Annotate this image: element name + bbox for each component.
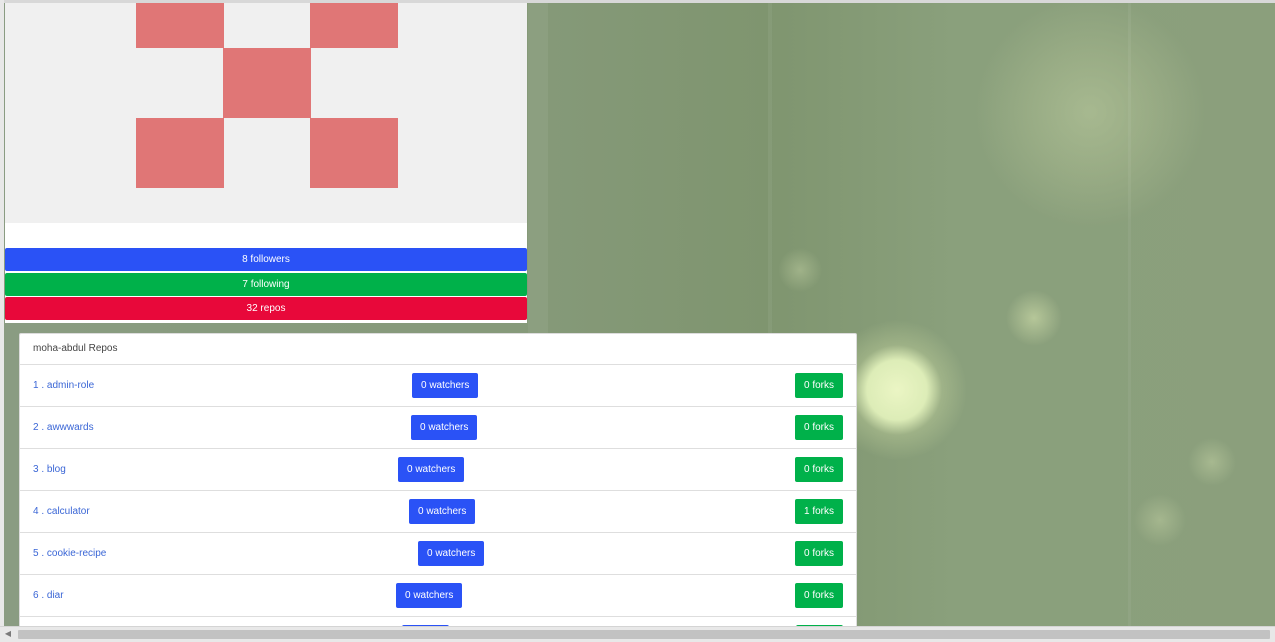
- repo-link[interactable]: 4 . calculator: [33, 491, 90, 532]
- forks-button[interactable]: 0 forks: [794, 583, 843, 608]
- repo-link[interactable]: 5 . cookie-recipe: [33, 533, 106, 574]
- forks-button[interactable]: 0 forks: [794, 415, 843, 440]
- forks-button[interactable]: 0 forks: [794, 373, 843, 398]
- repo-row: 4 . calculator 0 watchers 1 forks: [20, 491, 856, 533]
- watchers-button[interactable]: 0 watchers: [411, 415, 478, 440]
- repo-link[interactable]: 6 . diar: [33, 575, 64, 616]
- repos-header: moha-abdul Repos: [20, 334, 856, 365]
- identicon-block: [136, 118, 224, 188]
- identicon-block: [136, 3, 224, 48]
- profile-card: 8 followers 7 following 32 repos: [5, 3, 527, 323]
- watchers-button[interactable]: 0 watchers: [398, 457, 465, 482]
- scrollbar-thumb[interactable]: [18, 630, 1270, 639]
- horizontal-scrollbar[interactable]: ◀: [0, 626, 1275, 642]
- repo-row: 2 . awwwards 0 watchers 0 forks: [20, 407, 856, 449]
- watchers-button[interactable]: 0 watchers: [409, 499, 476, 524]
- repo-link[interactable]: 1 . admin-role: [33, 365, 94, 406]
- identicon-block: [310, 3, 398, 48]
- repo-row: 3 . blog 0 watchers 0 forks: [20, 449, 856, 491]
- repos-list-card: moha-abdul Repos 1 . admin-role 0 watche…: [19, 333, 857, 635]
- watchers-button[interactable]: 0 watchers: [396, 583, 463, 608]
- left-border: [0, 0, 4, 626]
- forks-button[interactable]: 0 forks: [794, 541, 843, 566]
- repo-link[interactable]: 3 . blog: [33, 449, 66, 490]
- followers-badge[interactable]: 8 followers: [5, 248, 527, 271]
- following-badge[interactable]: 7 following: [5, 273, 527, 296]
- repo-row: 5 . cookie-recipe 0 watchers 0 forks: [20, 533, 856, 575]
- watchers-button[interactable]: 0 watchers: [412, 373, 479, 398]
- repo-link[interactable]: 2 . awwwards: [33, 407, 94, 448]
- avatar: [5, 3, 527, 223]
- forks-button[interactable]: 0 forks: [794, 457, 843, 482]
- identicon-block: [223, 48, 311, 118]
- background-streak: [1128, 0, 1131, 641]
- repo-row: 6 . diar 0 watchers 0 forks: [20, 575, 856, 617]
- identicon-block: [310, 118, 398, 188]
- repos-badge[interactable]: 32 repos: [5, 297, 527, 320]
- repo-row: 1 . admin-role 0 watchers 0 forks: [20, 365, 856, 407]
- scroll-left-icon[interactable]: ◀: [3, 629, 13, 639]
- forks-button[interactable]: 1 forks: [794, 499, 843, 524]
- watchers-button[interactable]: 0 watchers: [418, 541, 485, 566]
